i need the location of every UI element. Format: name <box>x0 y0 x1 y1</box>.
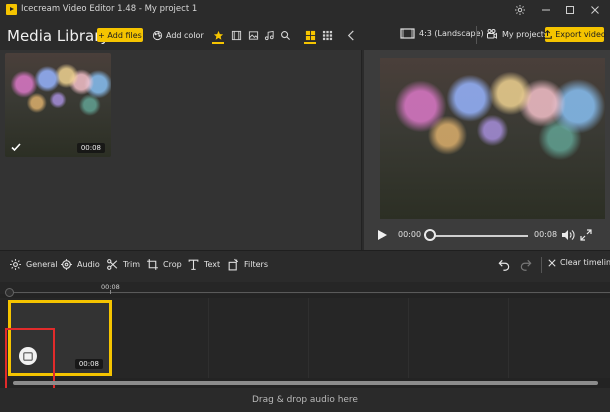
undo-icon[interactable] <box>497 258 511 272</box>
palette-icon <box>152 30 163 41</box>
ruler-tick <box>110 290 111 294</box>
seek-handle[interactable] <box>424 229 436 241</box>
aspect-ratio-button[interactable]: 4:3 (Landscape) <box>400 28 484 39</box>
close-icon[interactable] <box>586 2 604 18</box>
playhead[interactable] <box>5 288 14 297</box>
add-files-button[interactable]: + Add files <box>97 28 143 42</box>
audio-tool-button[interactable]: Audio <box>60 258 100 271</box>
fullscreen-icon[interactable] <box>580 229 592 241</box>
my-projects-button[interactable]: My projects <box>486 28 548 40</box>
add-color-button[interactable]: Add color <box>152 28 204 42</box>
trim-tool-label: Trim <box>123 260 141 269</box>
image-icon[interactable] <box>246 27 260 43</box>
video-preview[interactable] <box>380 58 605 219</box>
search-icon[interactable] <box>278 27 292 43</box>
current-time: 00:00 <box>398 230 422 239</box>
media-item[interactable]: 00:08 <box>5 53 111 157</box>
music-icon[interactable] <box>262 27 276 43</box>
total-time: 00:08 <box>534 230 558 239</box>
filters-tool-label: Filters <box>244 260 268 269</box>
media-duration: 00:08 <box>76 143 105 153</box>
track-divider <box>308 298 309 378</box>
timeline-scrollbar[interactable] <box>13 381 598 385</box>
toolbar-divider <box>541 257 542 273</box>
redo-icon[interactable] <box>519 258 533 272</box>
projects-icon <box>486 28 498 40</box>
audio-tool-label: Audio <box>77 260 100 269</box>
export-video-button[interactable]: Export video <box>543 27 606 42</box>
track-divider <box>508 298 509 378</box>
text-icon <box>187 258 200 271</box>
play-icon[interactable] <box>376 229 388 241</box>
gear-icon[interactable] <box>511 2 529 18</box>
close-icon <box>548 258 556 267</box>
minimize-icon[interactable] <box>537 2 555 18</box>
chevron-left-icon[interactable] <box>345 27 357 43</box>
seek-bar[interactable] <box>430 235 528 237</box>
scissors-icon <box>106 258 119 271</box>
star-icon[interactable] <box>211 27 225 44</box>
toolbar-divider <box>476 26 477 44</box>
text-tool-button[interactable]: Text <box>187 258 220 271</box>
clear-timeline-button[interactable]: Clear timeline <box>548 258 610 267</box>
ruler-line <box>14 292 610 293</box>
window-title: Icecream Video Editor 1.48 - My project … <box>21 4 198 14</box>
general-tool-button[interactable]: General <box>9 258 58 271</box>
volume-icon[interactable] <box>561 229 575 241</box>
export-icon <box>543 30 552 39</box>
film-icon[interactable] <box>229 27 243 43</box>
trim-tool-button[interactable]: Trim <box>106 258 140 271</box>
grid-small-icon[interactable] <box>320 27 334 43</box>
add-color-label: Add color <box>166 30 204 40</box>
export-video-label: Export video <box>555 30 606 39</box>
filters-icon <box>227 258 240 271</box>
track-divider <box>208 298 209 378</box>
my-projects-label: My projects <box>502 29 549 39</box>
app-logo-icon <box>6 4 17 15</box>
aspect-ratio-label: 4:3 (Landscape) <box>419 29 484 38</box>
checkmark-icon <box>11 142 21 152</box>
audio-drop-zone[interactable]: Drag & drop audio here <box>0 388 610 412</box>
crop-icon <box>146 258 159 271</box>
clip-duration: 00:08 <box>74 359 103 369</box>
grid-large-icon[interactable] <box>303 27 317 44</box>
crop-tool-label: Crop <box>163 260 182 269</box>
filters-tool-button[interactable]: Filters <box>227 258 268 271</box>
media-library-title: Media Library <box>7 27 110 45</box>
maximize-icon[interactable] <box>561 2 579 18</box>
aspect-frame-icon <box>400 28 415 39</box>
audio-gear-icon <box>60 258 73 271</box>
text-tool-label: Text <box>204 260 221 269</box>
gear-icon <box>9 258 22 271</box>
crop-tool-button[interactable]: Crop <box>146 258 182 271</box>
general-tool-label: General <box>26 260 58 269</box>
track-divider <box>408 298 409 378</box>
clear-timeline-label: Clear timeline <box>560 258 610 267</box>
